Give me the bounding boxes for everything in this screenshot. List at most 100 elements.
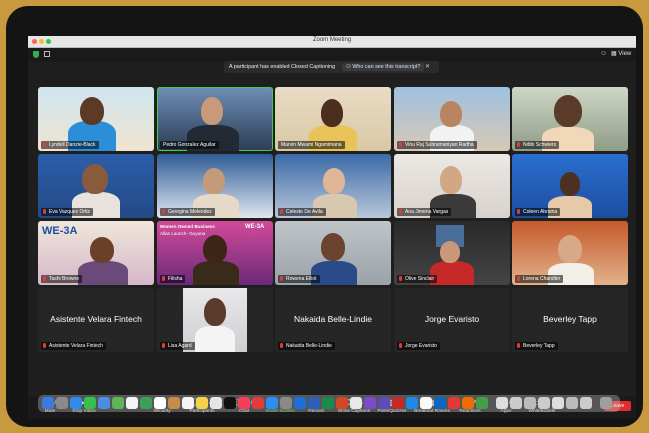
notes-icon[interactable] — [196, 397, 208, 409]
participant-name: Ndibi Schwiers — [515, 141, 560, 149]
participant-face — [203, 168, 225, 194]
video-tile[interactable]: Coleen Abraina — [512, 154, 628, 218]
excel-icon[interactable] — [322, 397, 334, 409]
participant-display-name: Asistente Velara Fintech — [50, 314, 142, 324]
teams-icon[interactable] — [378, 397, 390, 409]
participant-icon[interactable]: ☺ — [600, 50, 607, 57]
participant-name: Rowena Elliot — [278, 275, 320, 283]
video-tile[interactable]: Women Owned Business Allas Launch- Guyan… — [157, 221, 273, 285]
reminders-icon[interactable] — [182, 397, 194, 409]
onenote-icon[interactable] — [364, 397, 376, 409]
video-tile[interactable]: Marvin Mwami Ngamimana — [275, 87, 391, 151]
video-tile[interactable]: Lyndell Danzie-Black — [38, 87, 154, 151]
video-tile[interactable]: Celeste De Avila — [275, 154, 391, 218]
onedrive-icon[interactable] — [434, 397, 446, 409]
app-icon[interactable] — [462, 397, 474, 409]
video-tile[interactable]: Jorge Evaristo Jorge Evaristo — [394, 288, 510, 352]
safari-icon[interactable] — [70, 397, 82, 409]
participant-name: Nakaida Belle-Lindie — [278, 342, 335, 350]
contacts-icon[interactable] — [168, 397, 180, 409]
document-thumbnail-icon[interactable] — [580, 397, 592, 409]
mic-muted-icon — [399, 276, 402, 281]
mic-muted-icon — [280, 343, 283, 348]
app-store-icon[interactable] — [266, 397, 278, 409]
maps-icon[interactable] — [112, 397, 124, 409]
video-tile[interactable]: Olive Sinclair — [394, 221, 510, 285]
mic-muted-icon — [43, 276, 46, 281]
we3a-logo: WE-3A — [245, 224, 265, 230]
video-tile[interactable]: Georgina Melendez — [157, 154, 273, 218]
transcript-visibility-link[interactable]: ⚇ Who can see this transcript? — [342, 63, 425, 71]
messages-icon[interactable] — [84, 397, 96, 409]
facetime-icon[interactable] — [140, 397, 152, 409]
video-tile[interactable]: Eva Vazquez Ortiz — [38, 154, 154, 218]
video-tile[interactable]: Lisa Agard — [157, 288, 273, 352]
app-icon[interactable] — [476, 397, 488, 409]
preview-icon[interactable] — [420, 397, 432, 409]
participant-face — [554, 95, 582, 127]
close-banner-icon[interactable]: ✕ — [425, 61, 430, 73]
participant-face — [203, 235, 227, 263]
participant-display-name: Jorge Evaristo — [424, 314, 480, 324]
video-tile[interactable]: Vinu Raj Subramaniyan Radha — [394, 87, 510, 151]
participant-name: Tashi Browne — [41, 275, 83, 283]
acrobat-icon[interactable] — [392, 397, 404, 409]
document-thumbnail-icon[interactable] — [566, 397, 578, 409]
freeform-icon[interactable] — [210, 397, 222, 409]
view-button[interactable]: ▦ View — [611, 50, 631, 57]
apple-tv-icon[interactable] — [224, 397, 236, 409]
video-tile[interactable]: WE-3A Tashi Browne — [38, 221, 154, 285]
participant-name: Ana Jimena Vargas — [397, 208, 452, 216]
caption-banner: A participant has enabled Closed Caption… — [224, 61, 439, 73]
mic-muted-icon — [280, 276, 283, 281]
app-icon[interactable] — [448, 397, 460, 409]
event-banner-subtext: Allas Launch- Guyana — [160, 231, 206, 236]
video-tile[interactable]: Ndibi Schwiers — [512, 87, 628, 151]
downloads-stack-icon[interactable] — [496, 397, 508, 409]
participant-face — [560, 172, 580, 196]
outlook-icon[interactable] — [406, 397, 418, 409]
participant-name: Celeste De Avila — [278, 208, 326, 216]
video-tile[interactable]: Ana Jimena Vargas — [394, 154, 510, 218]
video-tile[interactable]: Beverley Tapp Beverley Tapp — [512, 288, 628, 352]
video-tile[interactable]: Pedro Gonzalez Aguilar — [157, 87, 273, 151]
participant-name: Beverley Tapp — [515, 342, 558, 350]
event-banner-text: Women Owned Business — [160, 224, 215, 229]
video-tile[interactable]: Lorena Chandler — [512, 221, 628, 285]
participant-name: Lorena Chandler — [515, 275, 564, 283]
news-icon[interactable] — [252, 397, 264, 409]
powerpoint-icon[interactable] — [336, 397, 348, 409]
mic-muted-icon — [280, 209, 283, 214]
chrome-icon[interactable] — [350, 397, 362, 409]
participant-face — [80, 97, 104, 125]
participant-figure — [78, 261, 128, 285]
calendar-icon[interactable] — [154, 397, 166, 409]
trash-icon[interactable] — [600, 397, 612, 409]
participant-name: Asistente Velara Fintech — [41, 342, 106, 350]
participant-display-name: Nakaida Belle-Lindie — [294, 314, 372, 324]
finder-icon[interactable] — [42, 397, 54, 409]
screen: Zoom Meeting ☺ ▦ View A participant has … — [28, 36, 636, 418]
participant-name: Pedro Gonzalez Aguilar — [160, 141, 219, 149]
document-thumbnail-icon[interactable] — [524, 397, 536, 409]
mail-icon[interactable] — [98, 397, 110, 409]
document-thumbnail-icon[interactable] — [538, 397, 550, 409]
word-icon[interactable] — [308, 397, 320, 409]
participant-display-name: Beverley Tapp — [543, 314, 597, 324]
meeting-info-icon[interactable] — [44, 51, 50, 57]
encryption-shield-icon[interactable] — [33, 51, 39, 58]
document-thumbnail-icon[interactable] — [510, 397, 522, 409]
document-thumbnail-icon[interactable] — [552, 397, 564, 409]
participant-face — [440, 166, 462, 194]
launchpad-icon[interactable] — [56, 397, 68, 409]
window-titlebar: Zoom Meeting — [28, 36, 636, 48]
video-tile[interactable]: Nakaida Belle-Lindie Nakaida Belle-Lindi… — [275, 288, 391, 352]
video-tile[interactable]: Asistente Velara Fintech Asistente Velar… — [38, 288, 154, 352]
photos-icon[interactable] — [126, 397, 138, 409]
music-icon[interactable] — [238, 397, 250, 409]
participant-face — [82, 164, 108, 194]
video-tile[interactable]: Rowena Elliot — [275, 221, 391, 285]
participant-name: Filisha — [160, 275, 186, 283]
zoom-app-icon[interactable] — [294, 397, 306, 409]
system-settings-icon[interactable] — [280, 397, 292, 409]
